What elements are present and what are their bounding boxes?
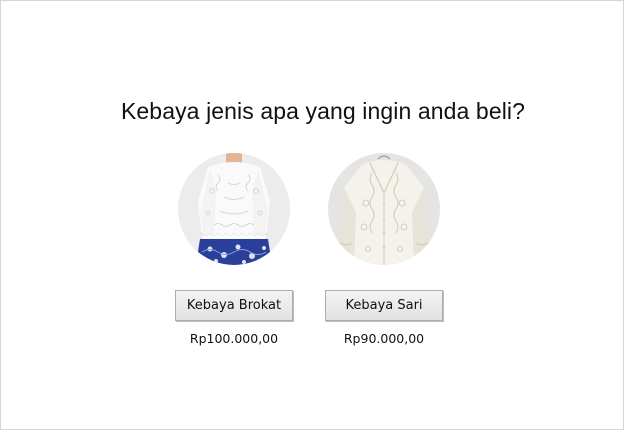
kebaya-brokat-price: Rp100.000,00 (189, 331, 279, 346)
product-card-kebaya-brokat: Kebaya Brokat Rp100.000,00 (164, 153, 304, 346)
kebaya-sari-photo (328, 153, 440, 265)
product-card-kebaya-sari: Kebaya Sari Rp90.000,00 (314, 153, 454, 346)
kebaya-brokat-button[interactable]: Kebaya Brokat (175, 290, 293, 321)
app-window: Kebaya jenis apa yang ingin anda beli? K… (0, 0, 624, 430)
kebaya-sari-button[interactable]: Kebaya Sari (325, 290, 443, 321)
kebaya-brokat-photo (178, 153, 290, 265)
kebaya-sari-price: Rp90.000,00 (343, 331, 425, 346)
question-heading: Kebaya jenis apa yang ingin anda beli? (120, 98, 526, 124)
